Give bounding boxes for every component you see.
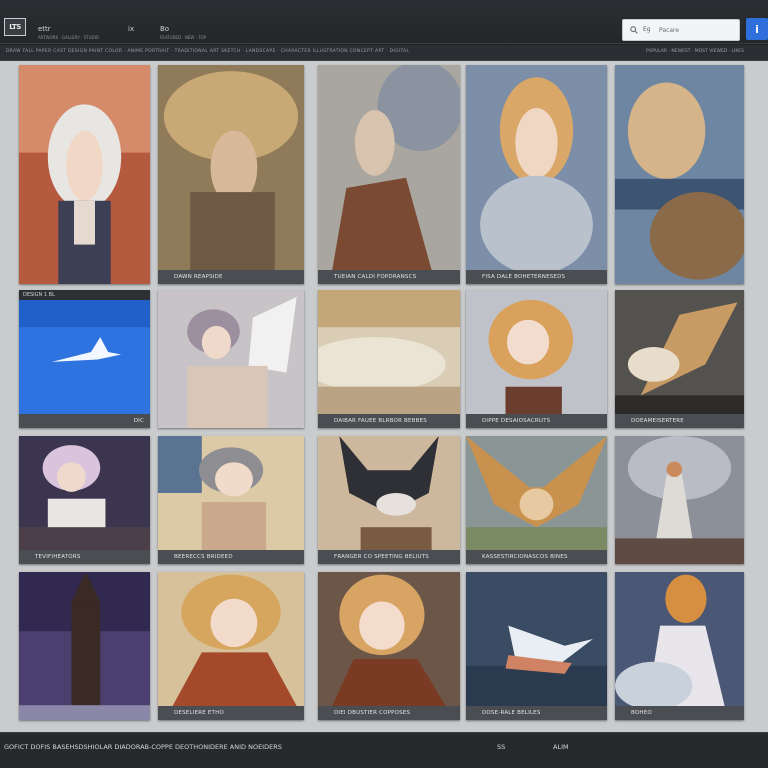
gallery-card[interactable] bbox=[615, 436, 744, 564]
card-caption[interactable]: TEVIFIHEATORS bbox=[19, 550, 150, 564]
gallery-card[interactable]: BOHEO bbox=[615, 572, 744, 720]
artwork-image bbox=[19, 65, 150, 284]
gallery-card[interactable]: FISA DALE BOHETERNESEDS bbox=[466, 65, 607, 284]
artwork-image bbox=[466, 436, 607, 550]
card-caption[interactable]: FRANGER CO SPEETING BELIUTS bbox=[318, 550, 460, 564]
app-logo[interactable]: LTS bbox=[4, 18, 26, 36]
artwork-thumbnail[interactable] bbox=[615, 572, 744, 706]
artwork-image bbox=[615, 572, 744, 706]
card-caption[interactable]: DOEAMEISERTERE bbox=[615, 414, 744, 428]
artwork-image bbox=[19, 572, 150, 720]
artwork-thumbnail[interactable] bbox=[466, 572, 607, 706]
gallery-card[interactable] bbox=[19, 572, 150, 720]
artwork-thumbnail[interactable] bbox=[158, 65, 304, 270]
card-header: DESIGN 1 BL bbox=[19, 290, 150, 300]
artwork-image bbox=[19, 290, 150, 414]
artwork-thumbnail[interactable] bbox=[466, 65, 607, 270]
footer-text: GOFICT DOFIS BASEHSDSHIOLAR DIADORAB-COP… bbox=[4, 743, 282, 751]
artwork-thumbnail[interactable] bbox=[158, 572, 304, 706]
artwork-image bbox=[615, 290, 744, 414]
artwork-image bbox=[158, 436, 304, 550]
card-caption[interactable]: FISA DALE BOHETERNESEDS bbox=[466, 270, 607, 284]
artwork-image bbox=[466, 290, 607, 414]
artwork-thumbnail[interactable] bbox=[318, 290, 460, 414]
artwork-thumbnail[interactable] bbox=[466, 290, 607, 414]
artwork-thumbnail[interactable] bbox=[615, 290, 744, 414]
card-caption[interactable]: KASSESTIRCIONASCOS BINES bbox=[466, 550, 607, 564]
gallery-card[interactable] bbox=[19, 65, 150, 284]
gallery-card[interactable]: DAIBAR FAUEE BLRBOR BEBBES bbox=[318, 290, 460, 428]
card-caption[interactable]: DIPPE DESAIOSACRUTS bbox=[466, 414, 607, 428]
gallery-panel: DAWN REAPSIDE TUEIAN CALDI FOPDRANSCS FI… bbox=[0, 61, 768, 732]
artwork-image bbox=[318, 65, 460, 270]
page-current[interactable]: SS bbox=[497, 743, 505, 751]
card-caption[interactable]: DOSE-RALE BELILES bbox=[466, 706, 607, 720]
card-caption[interactable]: TUEIAN CALDI FOPDRANSCS bbox=[318, 270, 460, 284]
artwork-image bbox=[318, 290, 460, 414]
gallery-card[interactable]: TEVIFIHEATORS bbox=[19, 436, 150, 564]
artwork-image bbox=[158, 290, 304, 428]
artwork-thumbnail[interactable] bbox=[615, 65, 744, 284]
artwork-image bbox=[615, 436, 744, 564]
info-button[interactable]: i bbox=[746, 18, 768, 40]
gallery-card[interactable]: KASSESTIRCIONASCOS BINES bbox=[466, 436, 607, 564]
gallery-card[interactable]: DIPPE DESAIOSACRUTS bbox=[466, 290, 607, 428]
app-header: LTS ettr ARTWORK · GALLERY · STUDIO ix B… bbox=[0, 0, 768, 44]
artwork-thumbnail[interactable] bbox=[158, 436, 304, 550]
gallery-card[interactable] bbox=[158, 290, 304, 428]
artwork-image bbox=[466, 65, 607, 270]
artwork-thumbnail[interactable] bbox=[318, 65, 460, 270]
artwork-image bbox=[158, 65, 304, 270]
app-subtitle: ARTWORK · GALLERY · STUDIO bbox=[38, 35, 99, 40]
app-name[interactable]: ettr bbox=[38, 25, 51, 33]
artwork-image bbox=[318, 572, 460, 706]
gallery-card[interactable]: DAWN REAPSIDE bbox=[158, 65, 304, 284]
nav-item-1[interactable]: ix bbox=[128, 25, 134, 33]
artwork-thumbnail[interactable] bbox=[318, 436, 460, 550]
gallery-card[interactable]: FRANGER CO SPEETING BELIUTS bbox=[318, 436, 460, 564]
artwork-thumbnail[interactable] bbox=[318, 572, 460, 706]
artwork-thumbnail[interactable] bbox=[19, 65, 150, 284]
filter-tags[interactable]: DRAW FALL PAPER CAST DESIGN PAINT COLOR … bbox=[6, 49, 409, 54]
artwork-thumbnail[interactable] bbox=[466, 436, 607, 550]
gallery-card[interactable]: BEERECCS BRIDEED bbox=[158, 436, 304, 564]
artwork-thumbnail[interactable] bbox=[158, 290, 304, 428]
filter-bar: DRAW FALL PAPER CAST DESIGN PAINT COLOR … bbox=[0, 45, 768, 61]
gallery-card[interactable]: DIEI DBUSTIER COPPOSES bbox=[318, 572, 460, 720]
card-caption[interactable]: DAWN REAPSIDE bbox=[158, 270, 304, 284]
search-icon bbox=[630, 26, 638, 34]
gallery-card[interactable]: DOSE-RALE BELILES bbox=[466, 572, 607, 720]
artwork-thumbnail[interactable] bbox=[19, 290, 150, 414]
card-caption[interactable]: DIC bbox=[19, 414, 150, 428]
gallery-card[interactable]: TUEIAN CALDI FOPDRANSCS bbox=[318, 65, 460, 284]
artwork-image bbox=[615, 65, 744, 284]
gallery-card[interactable] bbox=[615, 65, 744, 284]
gallery-card[interactable]: DESIGN 1 BL DIC bbox=[19, 290, 150, 428]
artwork-thumbnail[interactable] bbox=[615, 436, 744, 564]
artwork-image bbox=[158, 572, 304, 706]
artwork-image bbox=[466, 572, 607, 706]
nav-item-2[interactable]: Bo bbox=[160, 25, 169, 33]
card-caption[interactable]: DAIBAR FAUEE BLRBOR BEBBES bbox=[318, 414, 460, 428]
search-scope[interactable]: Eg bbox=[643, 26, 651, 33]
sort-options[interactable]: POPULAR · NEWEST · MOST VIEWED · LIKES bbox=[646, 49, 744, 54]
search-box[interactable]: Eg bbox=[622, 19, 740, 41]
artwork-image bbox=[19, 436, 150, 550]
page-total[interactable]: ALIM bbox=[553, 743, 569, 751]
card-caption[interactable]: DIEI DBUSTIER COPPOSES bbox=[318, 706, 460, 720]
card-caption[interactable]: DESELIERE ETHO bbox=[158, 706, 304, 720]
nav-item-2-sub: FEATURED · NEW · TOP bbox=[160, 35, 207, 40]
gallery-card[interactable]: DESELIERE ETHO bbox=[158, 572, 304, 720]
card-caption[interactable]: BOHEO bbox=[615, 706, 744, 720]
search-input[interactable] bbox=[657, 22, 735, 38]
artwork-thumbnail[interactable] bbox=[19, 436, 150, 550]
card-caption[interactable]: BEERECCS BRIDEED bbox=[158, 550, 304, 564]
footer-bar: GOFICT DOFIS BASEHSDSHIOLAR DIADORAB-COP… bbox=[0, 732, 768, 768]
artwork-image bbox=[318, 436, 460, 550]
artwork-thumbnail[interactable] bbox=[19, 572, 150, 720]
gallery-card[interactable]: DOEAMEISERTERE bbox=[615, 290, 744, 428]
